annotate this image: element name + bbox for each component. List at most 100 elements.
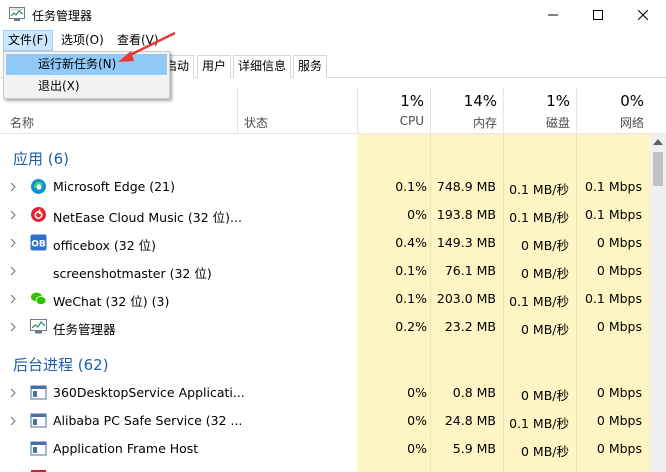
vertical-scrollbar[interactable] [650,134,666,472]
run-new-task-item[interactable]: 运行新任务(N) [6,54,167,75]
header-cpu: CPU [399,114,424,128]
network-value: 0.1 Mbps [584,291,642,306]
process-name: officebox (32 位) [53,238,156,253]
cpu-value: 0.1% [395,291,427,306]
header-name[interactable]: 名称 [10,114,34,131]
cpu-value: 0.4% [395,235,427,250]
table-row[interactable]: NetEase Cloud Music (32 位)... 0% 193.8 M… [0,201,650,229]
expand-chevron-icon[interactable] [10,416,16,426]
disk-value: 0.1 MB/秒 [509,182,569,197]
memory-value: 24.8 MB [444,413,496,428]
tab-services[interactable]: 服务 [293,55,328,78]
header-disk-col[interactable]: 1% 磁盘 [503,88,576,134]
file-menu-dropdown: 运行新任务(N) 退出(X) [3,51,170,99]
disk-total-percent: 1% [546,92,570,110]
expand-chevron-icon[interactable] [10,322,16,332]
cpu-value: 0% [407,385,427,400]
menu-bar: 文件(F) 选项(O) 查看(V) [0,30,666,52]
table-row[interactable]: screenshotmaster (32 位) 0.1% 76.1 MB 0 M… [0,257,650,285]
menu-view[interactable]: 查看(V) [113,30,163,51]
disk-value: 0.1 MB/秒 [509,416,569,431]
disk-value: 0 MB/秒 [521,444,569,459]
process-name: WeChat (32 位) (3) [53,294,170,309]
officebox-icon: OB [30,234,47,251]
tab-users[interactable]: 用户 [197,55,232,78]
disk-value: 0 MB/秒 [521,238,569,253]
header-cpu-col[interactable]: 1% CPU [357,88,430,134]
menu-file[interactable]: 文件(F) [3,30,54,51]
table-row[interactable]: Alibaba PC Safe Service (32 ... 0% 24.8 … [0,407,650,435]
svg-text:OB: OB [31,240,46,250]
process-name: 360DesktopService Applicati... [53,385,245,400]
header-status-col[interactable]: 状态 [237,88,357,134]
window-app-icon [30,413,47,428]
wechat-icon [31,292,47,305]
memory-total-percent: 14% [463,92,497,110]
header-network: 网络 [619,116,644,130]
expand-chevron-icon[interactable] [10,210,16,220]
expand-chevron-icon[interactable] [10,182,16,192]
maximize-button[interactable] [575,0,621,30]
scroll-thumb[interactable] [653,152,663,186]
header-memory-col[interactable]: 14% 内存 [430,88,503,134]
expand-chevron-icon[interactable] [10,388,16,398]
memory-value: 203.0 MB [436,291,496,306]
minimize-icon [548,14,558,16]
menu-options[interactable]: 选项(O) [57,30,108,51]
cpu-value: 0.1% [395,263,427,278]
memory-value: 5.9 MB [452,441,496,456]
table-row[interactable]: 任务管理器 0.2% 23.2 MB 0 MB/秒 0 Mbps [0,313,650,341]
table-row[interactable]: OB officebox (32 位) 0.4% 149.3 MB 0 MB/秒… [0,229,650,257]
memory-value: 748.9 MB [436,179,496,194]
network-value: 0 Mbps [596,441,642,456]
process-name: 任务管理器 [53,322,116,337]
network-value: 0.1 Mbps [584,179,642,194]
cpu-value: 0.1% [395,179,427,194]
network-total-percent: 0% [620,92,644,110]
header-disk: 磁盘 [545,116,570,130]
group-apps-title[interactable]: 应用 (6) [13,148,69,169]
network-value: 0.1 Mbps [584,207,642,222]
network-value: 0 Mbps [596,319,642,334]
cpu-value: 0% [407,413,427,428]
process-name: Application Frame Host [53,441,199,456]
close-icon [638,10,648,20]
cpu-value: 0.2% [395,319,427,334]
table-row[interactable]: 360DesktopService Applicati... 0% 0.8 MB… [0,379,650,407]
scroll-up-icon[interactable] [653,139,663,145]
window-app-icon [30,385,47,400]
cpu-total-percent: 1% [400,92,424,110]
expand-chevron-icon[interactable] [10,266,16,276]
table-row[interactable]: WeChat (32 位) (3) 0.1% 203.0 MB 0.1 MB/秒… [0,285,650,313]
tab-details[interactable]: 详细信息 [233,55,292,78]
memory-value: 193.8 MB [436,207,496,222]
close-button[interactable] [620,0,666,30]
maximize-icon [593,10,603,20]
table-row[interactable] [0,463,650,472]
process-name: NetEase Cloud Music (32 位)... [53,210,242,225]
process-list: 应用 (6) Microsoft Edge (21) 0.1% 748.9 MB… [0,134,650,472]
network-value: 0 Mbps [596,235,642,250]
title-bar: 任务管理器 [0,0,666,30]
process-name: Alibaba PC Safe Service (32 ... [53,413,243,428]
table-row[interactable]: Microsoft Edge (21) 0.1% 748.9 MB 0.1 MB… [0,173,650,201]
exit-item[interactable]: 退出(X) [6,76,167,97]
window-title: 任务管理器 [32,9,93,23]
disk-value: 0 MB/秒 [521,266,569,281]
minimize-button[interactable] [530,0,576,30]
expand-chevron-icon[interactable] [10,294,16,304]
header-memory: 内存 [472,116,497,130]
table-row[interactable]: Application Frame Host 0% 5.9 MB 0 MB/秒 … [0,435,650,463]
task-manager-icon [30,319,47,334]
task-manager-icon [9,7,25,21]
memory-value: 23.2 MB [444,319,496,334]
window-app-icon [30,441,47,456]
group-background-title[interactable]: 后台进程 (62) [13,354,109,375]
memory-value: 76.1 MB [444,263,496,278]
network-value: 0 Mbps [596,263,642,278]
network-value: 0 Mbps [596,413,642,428]
expand-chevron-icon[interactable] [10,238,16,248]
cpu-value: 0% [407,207,427,222]
header-network-col[interactable]: 0% 网络 [576,88,650,134]
process-name: Microsoft Edge (21) [53,179,175,194]
